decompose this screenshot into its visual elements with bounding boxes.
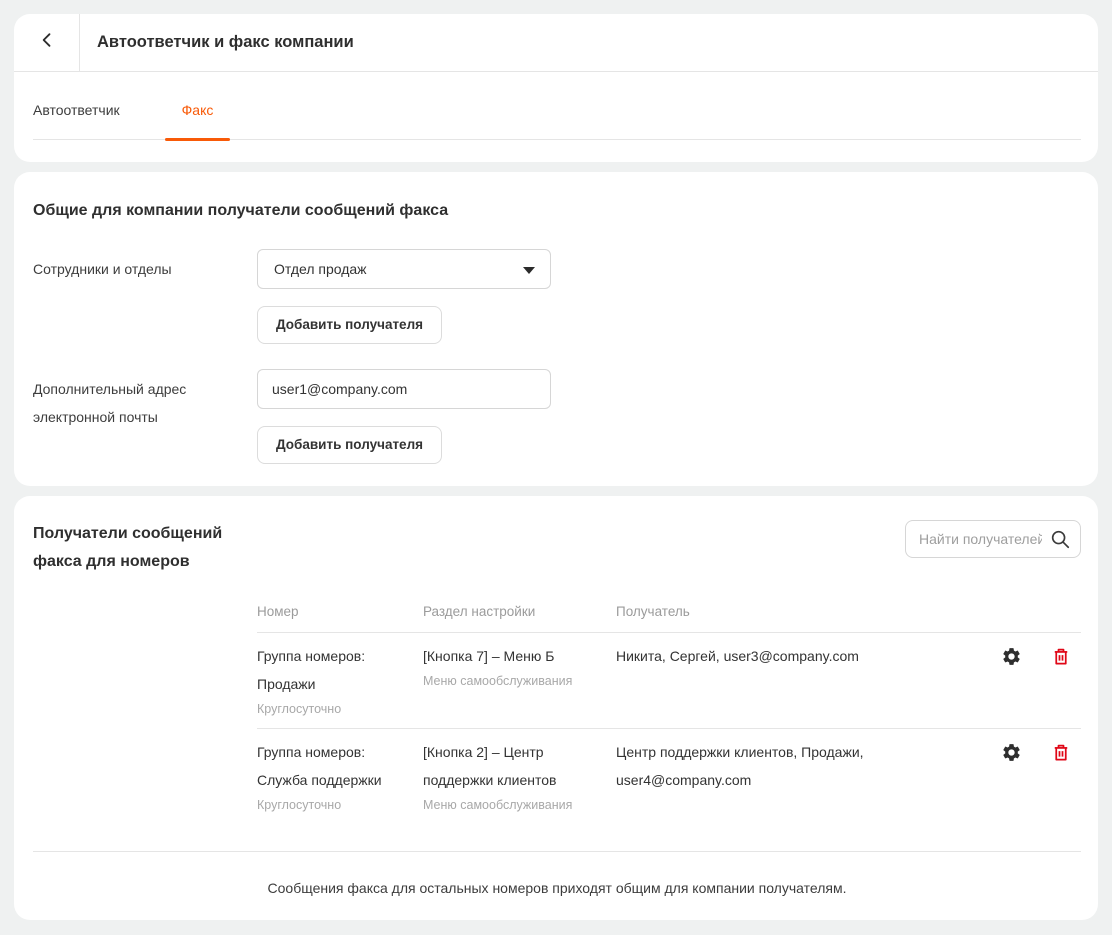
column-header-section: Раздел настройки: [423, 604, 616, 619]
footer-note: Сообщения факса для остальных номеров пр…: [33, 852, 1081, 896]
employees-select-value: Отдел продаж: [274, 261, 367, 277]
chevron-left-icon: [37, 30, 57, 55]
email-label: Дополнительный адрес электронной почты: [33, 369, 257, 464]
employees-select[interactable]: Отдел продаж: [257, 249, 551, 289]
section-cell: [Кнопка 2] – Центр поддержки клиентов Ме…: [423, 738, 616, 816]
settings-button[interactable]: [1001, 646, 1022, 667]
number-cell: Группа номеров: Продажи Круглосуточно: [257, 642, 423, 720]
chevron-down-icon: [523, 267, 535, 274]
page-title: Автоответчик и факс компании: [80, 14, 354, 71]
settings-button[interactable]: [1001, 742, 1022, 763]
recipient-cell: Никита, Сергей, user3@company.com: [616, 642, 1001, 720]
column-header-number: Номер: [257, 604, 423, 619]
table-row: Группа номеров: Служба поддержки Круглос…: [257, 729, 1081, 824]
add-email-recipient-button[interactable]: Добавить получателя: [257, 426, 442, 464]
email-row: Дополнительный адрес электронной почты Д…: [33, 369, 1081, 464]
email-input[interactable]: [257, 369, 551, 409]
back-button[interactable]: [14, 14, 80, 71]
recipients-section-title: Получатели сообщений факса для номеров: [33, 520, 273, 576]
add-employee-recipient-button[interactable]: Добавить получателя: [257, 306, 442, 344]
search-icon: [1049, 528, 1071, 555]
trash-icon: [1051, 655, 1071, 670]
number-cell: Группа номеров: Служба поддержки Круглос…: [257, 738, 423, 816]
delete-button[interactable]: [1051, 742, 1071, 763]
gear-icon: [1001, 655, 1022, 670]
general-section-title: Общие для компании получатели сообщений …: [33, 199, 1081, 223]
table-row: Группа номеров: Продажи Круглосуточно [К…: [257, 633, 1081, 729]
section-cell: [Кнопка 7] – Меню Б Меню самообслуживани…: [423, 642, 616, 720]
recipient-cell: Центр поддержки клиентов, Продажи, user4…: [616, 738, 1001, 816]
tab-bar: Автоответчик Факс: [33, 72, 1081, 140]
footer-divider: Сообщения факса для остальных номеров пр…: [33, 851, 1081, 896]
header-row: Автоответчик и факс компании: [14, 14, 1098, 72]
delete-button[interactable]: [1051, 646, 1071, 667]
trash-icon: [1051, 751, 1071, 766]
recipients-table: Номер Раздел настройки Получатель Группа…: [257, 592, 1081, 824]
tab-fax[interactable]: Факс: [182, 102, 214, 118]
employees-row: Сотрудники и отделы Отдел продаж Добавит…: [33, 249, 1081, 344]
general-recipients-card: Общие для компании получатели сообщений …: [14, 172, 1098, 486]
table-header: Номер Раздел настройки Получатель: [257, 592, 1081, 633]
gear-icon: [1001, 751, 1022, 766]
number-recipients-card: Получатели сообщений факса для номеров Н…: [14, 496, 1098, 920]
tab-autoresponder[interactable]: Автоответчик: [33, 102, 120, 118]
column-header-recipient: Получатель: [616, 604, 1001, 619]
employees-label: Сотрудники и отделы: [33, 249, 257, 344]
header-card: Автоответчик и факс компании Автоответчи…: [14, 14, 1098, 162]
search-box: [905, 520, 1081, 558]
